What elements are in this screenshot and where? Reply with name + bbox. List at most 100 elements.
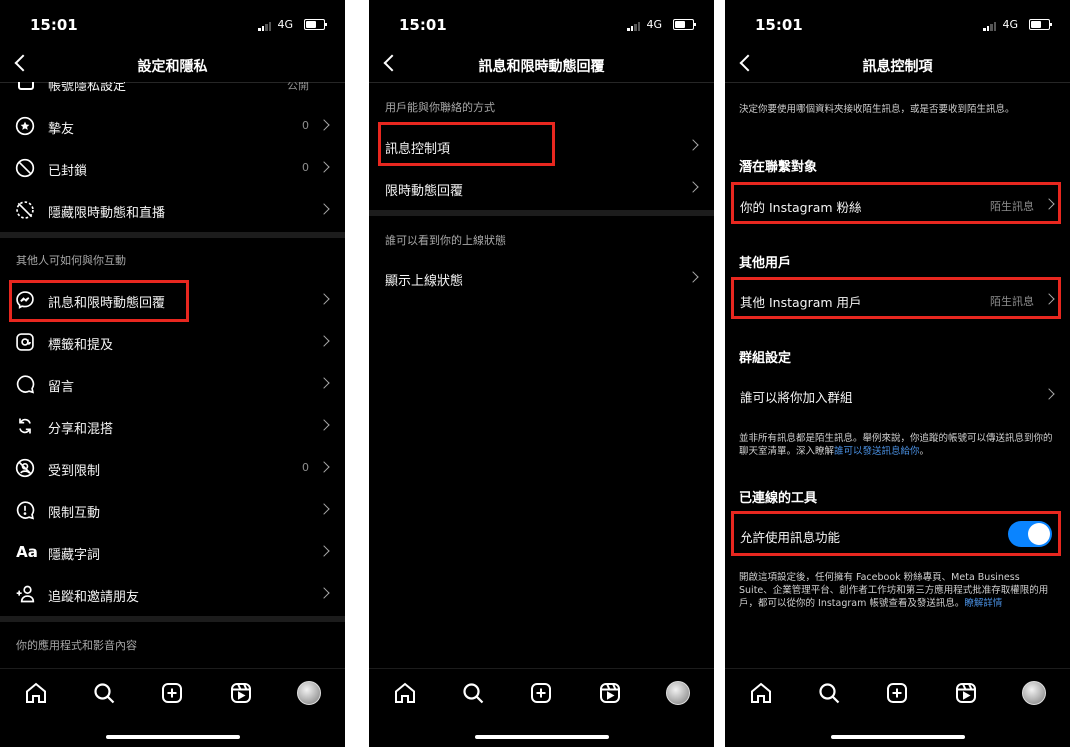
- row-tags-mentions[interactable]: 標籤和提及: [0, 322, 345, 362]
- row-sharing-remix[interactable]: 分享和混搭: [0, 406, 345, 446]
- row-other-users[interactable]: 其他 Instagram 用戶 陌生訊息: [725, 281, 1070, 317]
- signal-icon: [983, 21, 997, 31]
- row-blocked[interactable]: 已封鎖 0: [0, 148, 345, 188]
- row-comments[interactable]: 留言: [0, 364, 345, 404]
- search-icon[interactable]: [461, 681, 485, 705]
- intro-text: 決定你要使用哪個資料夾接收陌生訊息，或是否要收到陌生訊息。: [739, 104, 1015, 115]
- chevron-right-icon: [318, 461, 330, 473]
- nav-header: 訊息控制項: [725, 46, 1070, 83]
- network-label: 4G: [646, 18, 662, 31]
- row-story-replies[interactable]: 限時動態回覆: [369, 168, 714, 208]
- home-icon[interactable]: [749, 681, 773, 705]
- row-hide-story-live[interactable]: 隱藏限時動態和直播: [0, 190, 345, 230]
- add-person-icon: [14, 583, 36, 605]
- chevron-right-icon: [1043, 293, 1055, 305]
- page-title: 訊息控制項: [862, 59, 933, 75]
- row-label: 顯示上線狀態: [385, 274, 464, 289]
- tab-bar: [725, 668, 1070, 719]
- home-icon[interactable]: [24, 681, 48, 705]
- create-icon[interactable]: [885, 681, 909, 705]
- section-divider: [0, 232, 345, 238]
- page-title: 訊息和限時動態回覆: [478, 59, 605, 75]
- phone-settings-privacy: 15:01 4G 設定和隱私 帳號隱私設定 公開 摯友 0 已封鎖 0 隱藏限時…: [0, 0, 345, 747]
- reels-icon[interactable]: [954, 681, 978, 705]
- network-indicator: 4G: [258, 18, 293, 31]
- remix-icon: [14, 415, 36, 437]
- row-followers[interactable]: 你的 Instagram 粉絲 陌生訊息: [725, 186, 1070, 222]
- row-restricted[interactable]: 受到限制 0: [0, 448, 345, 488]
- reels-icon[interactable]: [598, 681, 622, 705]
- row-label: 受到限制: [48, 464, 101, 479]
- tab-bar: [0, 668, 345, 719]
- chevron-right-icon: [318, 161, 330, 173]
- row-value: 陌生訊息: [990, 200, 1034, 213]
- row-label: 你的 Instagram 粉絲: [740, 200, 862, 215]
- learn-more-link[interactable]: 瞭解詳情: [964, 598, 1002, 609]
- row-value: 陌生訊息: [990, 295, 1034, 308]
- who-can-message-link[interactable]: 誰可以發送訊息給你: [834, 446, 920, 457]
- lock-icon: [18, 82, 34, 90]
- create-icon[interactable]: [529, 681, 553, 705]
- nav-header: 設定和隱私: [0, 46, 345, 83]
- partial-row-value: 公開: [287, 82, 309, 92]
- home-icon[interactable]: [393, 681, 417, 705]
- note-not-all-requests: 並非所有訊息都是陌生訊息。舉例來說，你追蹤的帳號可以傳送訊息到你的聊天室清單。深…: [739, 432, 1056, 458]
- row-show-activity[interactable]: 顯示上線狀態: [369, 258, 714, 298]
- network-label: 4G: [277, 18, 293, 31]
- home-indicator: [474, 735, 609, 739]
- chevron-right-icon: [687, 271, 699, 283]
- row-label: 摯友: [48, 122, 75, 137]
- section-header-interactions: 其他人可如何與你互動: [16, 254, 126, 267]
- chevron-right-icon: [687, 181, 699, 193]
- row-count: 0: [302, 119, 309, 132]
- allow-messaging-toggle[interactable]: [1008, 521, 1052, 547]
- row-label: 其他 Instagram 用戶: [740, 295, 862, 310]
- search-icon[interactable]: [817, 681, 841, 705]
- chevron-right-icon: [318, 203, 330, 215]
- chevron-right-icon: [318, 545, 330, 557]
- home-indicator: [105, 735, 240, 739]
- section-header-groups: 群組設定: [739, 351, 792, 366]
- row-allow-messaging[interactable]: 允許使用訊息功能: [725, 516, 1070, 552]
- row-label: 分享和混搭: [48, 422, 114, 437]
- battery-icon: [304, 19, 327, 30]
- row-message-controls[interactable]: 訊息控制項: [369, 126, 714, 166]
- note-connected-tools: 開啟這項設定後，任何擁有 Facebook 粉絲專頁、Meta Business…: [739, 571, 1056, 610]
- star-circle-icon: [14, 115, 36, 137]
- chevron-right-icon: [318, 587, 330, 599]
- messenger-icon: [14, 289, 36, 311]
- chevron-right-icon: [1043, 198, 1055, 210]
- signal-icon: [258, 21, 272, 31]
- row-label: 隱藏字詞: [48, 548, 101, 563]
- profile-avatar[interactable]: [666, 681, 690, 705]
- section-header-tools: 已連線的工具: [739, 491, 818, 506]
- status-bar: 15:01 4G: [0, 0, 345, 46]
- font-aa-icon: Aa: [16, 543, 38, 561]
- tab-bar: [369, 668, 714, 719]
- reels-icon[interactable]: [229, 681, 253, 705]
- row-label: 追蹤和邀請朋友: [48, 590, 140, 605]
- row-messages-story-replies[interactable]: 訊息和限時動態回覆: [0, 280, 345, 320]
- row-group-add[interactable]: 誰可以將你加入群組: [725, 376, 1070, 412]
- limit-alert-icon: [14, 499, 36, 521]
- battery-icon: [673, 19, 696, 30]
- profile-avatar[interactable]: [1022, 681, 1046, 705]
- section-header-apps-media: 你的應用程式和影音內容: [16, 639, 137, 652]
- search-icon[interactable]: [92, 681, 116, 705]
- row-limit-interactions[interactable]: 限制互動: [0, 490, 345, 530]
- row-hidden-words[interactable]: Aa 隱藏字詞: [0, 532, 345, 572]
- partial-row-account-privacy[interactable]: 帳號隱私設定 公開: [0, 82, 345, 96]
- row-close-friends[interactable]: 摯友 0: [0, 106, 345, 146]
- row-follow-invite[interactable]: 追蹤和邀請朋友: [0, 574, 345, 614]
- page-title: 設定和隱私: [137, 59, 208, 75]
- section-header-potential: 潛在聯繫對象: [739, 160, 818, 175]
- row-label: 留言: [48, 380, 75, 395]
- section-divider: [369, 210, 714, 216]
- status-time: 15:01: [399, 16, 447, 34]
- chevron-right-icon: [687, 139, 699, 151]
- chevron-right-icon: [318, 419, 330, 431]
- row-label: 限制互動: [48, 506, 101, 521]
- create-icon[interactable]: [160, 681, 184, 705]
- partial-row-label: 帳號隱私設定: [48, 82, 127, 94]
- profile-avatar[interactable]: [297, 681, 321, 705]
